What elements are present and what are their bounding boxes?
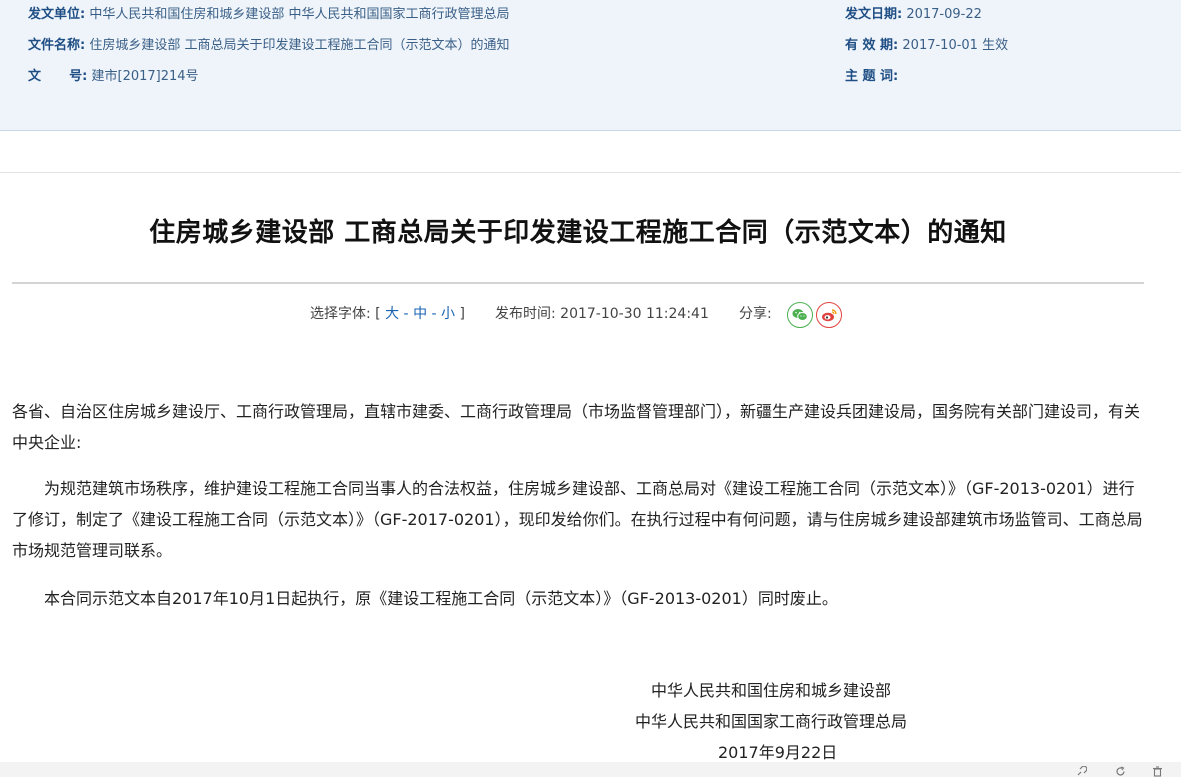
publish-label: 发布时间: [495,306,556,322]
publish-info: 发布时间: 2017-10-30 11:24:41 [495,304,709,324]
signature-ministry: 中华人民共和国住房和城乡建设部 [651,681,892,700]
font-size-selector: 选择字体: [ 大 - 中 - 小 ] [310,304,465,324]
docname-value: 住房城乡建设部 工商总局关于印发建设工程施工合同（示范文本）的通知 [89,38,510,53]
keywords-label: 主 题 词: [845,69,899,84]
signature-administration: 中华人民共和国国家工商行政管理总局 [635,712,908,731]
docno-row: 文 号: 建市[2017]214号 [28,68,199,86]
validity-value: 2017-10-01 生效 [902,38,1009,53]
font-large-link[interactable]: 大 [385,306,399,322]
bottom-toolbar [0,762,1181,777]
keywords-row: 主 题 词: [845,68,898,86]
refresh-icon[interactable] [1115,766,1126,777]
docname-row: 文件名称: 住房城乡建设部 工商总局关于印发建设工程施工合同（示范文本）的通知 [28,37,509,55]
validity-label: 有 效 期: [845,38,899,53]
share-label: 分享: [739,306,772,322]
validity-row: 有 效 期: 2017-10-01 生效 [845,37,1008,55]
font-separator: - [431,306,437,322]
font-bracket-close: ] [459,306,465,322]
font-size-label: 选择字体: [310,306,371,322]
date-label: 发文日期: [845,7,903,22]
issuer-value: 中华人民共和国住房和城乡建设部 中华人民共和国国家工商行政管理总局 [89,7,510,22]
publish-time: 2017-10-30 11:24:41 [560,306,709,322]
docno-label-b: 号: [69,69,88,84]
title-underline [12,282,1144,284]
docno-value: 建市[2017]214号 [91,69,199,84]
font-separator: - [403,306,409,322]
section-divider [0,172,1181,173]
paragraph-addressees: 各省、自治区住房城乡建设厅、工商行政管理局，直辖市建委、工商行政管理局（市场监督… [12,402,1141,452]
document-metadata-panel: 发文单位: 中华人民共和国住房和城乡建设部 中华人民共和国国家工商行政管理总局 … [0,0,1181,131]
article-title: 住房城乡建设部 工商总局关于印发建设工程施工合同（示范文本）的通知 [149,218,1007,248]
issuer-row: 发文单位: 中华人民共和国住房和城乡建设部 中华人民共和国国家工商行政管理总局 [28,6,509,24]
trash-icon[interactable] [1152,766,1163,777]
wechat-icon [792,309,808,321]
share-weibo-button[interactable] [816,302,842,328]
issuer-label: 发文单位: [28,7,86,22]
link-icon[interactable] [1076,766,1087,777]
date-value: 2017-09-22 [906,7,982,22]
share-wechat-button[interactable] [787,302,813,328]
paragraph-body: 为规范建筑市场秩序，维护建设工程施工合同当事人的合法权益，住房城乡建设部、工商总… [12,479,1143,560]
docno-label-a: 文 [28,69,42,84]
font-medium-link[interactable]: 中 [413,306,427,322]
signature-date: 2017年9月22日 [718,743,838,762]
date-row: 发文日期: 2017-09-22 [845,6,982,24]
font-bracket-open: [ [375,306,381,322]
docname-label: 文件名称: [28,38,86,53]
font-small-link[interactable]: 小 [441,306,455,322]
weibo-icon [822,309,837,322]
paragraph-effective: 本合同示范文本自2017年10月1日起执行，原《建设工程施工合同（示范文本）》（… [44,589,838,608]
